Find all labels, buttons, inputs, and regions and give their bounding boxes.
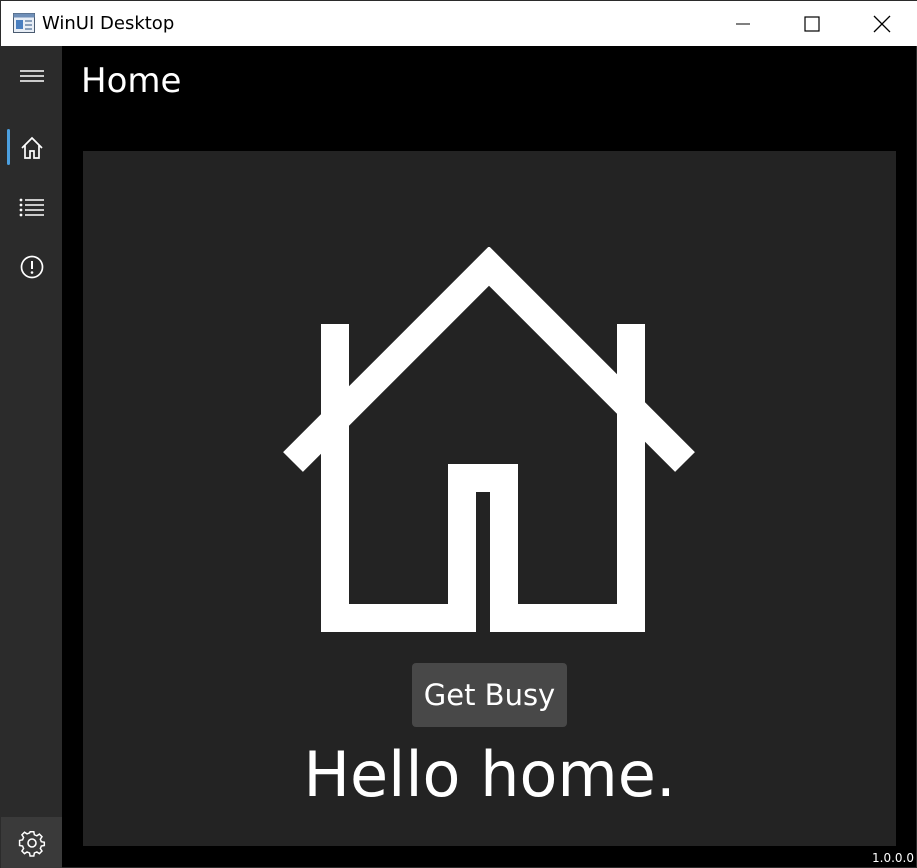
house-icon <box>283 247 695 632</box>
nav-item-list[interactable] <box>1 183 62 233</box>
greeting-text: Hello home. <box>303 738 676 811</box>
navigation-pane <box>1 46 62 868</box>
home-icon <box>20 136 43 159</box>
gear-icon <box>18 831 45 857</box>
nav-toggle-button[interactable] <box>1 51 62 101</box>
nav-item-settings[interactable] <box>1 817 62 868</box>
window-title: WinUI Desktop <box>42 13 175 34</box>
version-label: 1.0.0.0 <box>872 851 914 865</box>
close-button[interactable] <box>847 1 916 46</box>
alert-icon <box>20 255 43 279</box>
maximize-icon <box>803 15 820 32</box>
title-bar[interactable]: WinUI Desktop <box>1 1 917 46</box>
close-icon <box>873 15 890 32</box>
app-icon <box>13 13 35 33</box>
list-icon <box>19 198 44 217</box>
app-window: WinUI Desktop Home Get Busy Hello home. … <box>0 0 917 868</box>
nav-item-alert[interactable] <box>1 242 62 292</box>
nav-item-home[interactable] <box>1 123 62 173</box>
content-card: Get Busy Hello home. <box>83 151 896 846</box>
maximize-button[interactable] <box>777 1 846 46</box>
minimize-icon <box>735 23 750 24</box>
hamburger-icon <box>19 70 44 82</box>
get-busy-button[interactable]: Get Busy <box>412 663 567 727</box>
minimize-button[interactable] <box>708 1 777 46</box>
page-title: Home <box>81 61 182 101</box>
